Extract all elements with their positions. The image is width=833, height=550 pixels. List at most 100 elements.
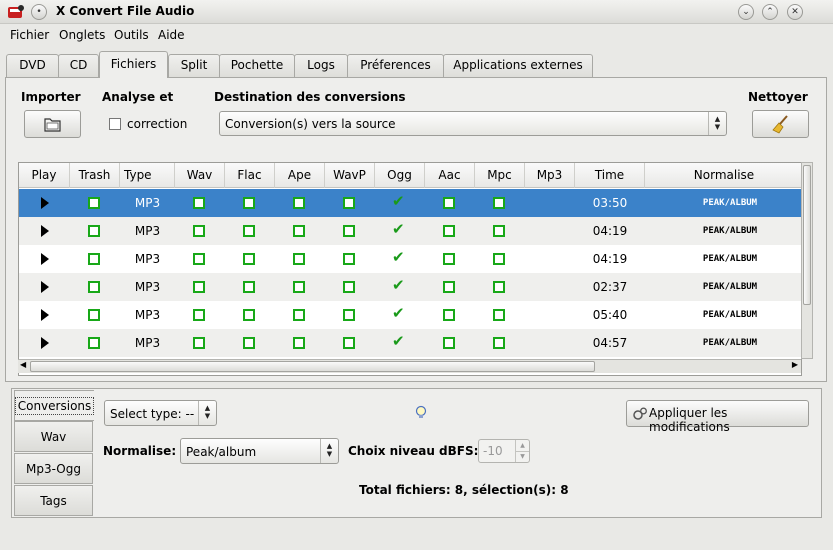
col-wavp[interactable]: WavP	[325, 163, 375, 188]
aac-checkbox[interactable]	[443, 337, 455, 349]
wavp-checkbox[interactable]	[343, 253, 355, 265]
tab-split[interactable]: Split	[168, 54, 220, 77]
wav-checkbox[interactable]	[193, 253, 205, 265]
tab-applications-externes[interactable]: Applications externes	[443, 54, 593, 77]
col-trash[interactable]: Trash	[70, 163, 120, 188]
ogg-check-icon[interactable]: ✔	[392, 332, 405, 350]
close-button[interactable]: ✕	[787, 4, 803, 20]
trash-checkbox[interactable]	[88, 337, 100, 349]
play-icon[interactable]	[41, 225, 49, 237]
wav-checkbox[interactable]	[193, 197, 205, 209]
ape-checkbox[interactable]	[293, 197, 305, 209]
mpc-checkbox[interactable]	[493, 309, 505, 321]
apply-changes-button[interactable]: Appliquer les modifications	[626, 400, 809, 434]
wav-checkbox[interactable]	[193, 309, 205, 321]
trash-checkbox[interactable]	[88, 253, 100, 265]
vertical-scroll-thumb[interactable]	[803, 165, 811, 305]
side-tab-wav[interactable]: Wav	[14, 421, 93, 452]
select-type-dropdown[interactable]: Select type: -- ▲ ▼	[104, 400, 217, 426]
scroll-right-arrow-icon[interactable]: ▶	[792, 360, 798, 369]
col-ape[interactable]: Ape	[275, 163, 325, 188]
wavp-checkbox[interactable]	[343, 337, 355, 349]
lightbulb-icon[interactable]	[415, 405, 427, 421]
col-type[interactable]: Type	[120, 163, 175, 188]
col-ogg[interactable]: Ogg	[375, 163, 425, 188]
table-row[interactable]: ✔ MP3 04:57 PEAK/ALBUM	[19, 329, 801, 357]
mpc-checkbox[interactable]	[493, 337, 505, 349]
tab-dvd[interactable]: DVD	[6, 54, 59, 77]
window-menu-button[interactable]: •	[31, 4, 47, 20]
ape-checkbox[interactable]	[293, 309, 305, 321]
table-row[interactable]: ✔ MP3 02:37 PEAK/ALBUM	[19, 273, 801, 301]
play-icon[interactable]	[41, 337, 49, 349]
horizontal-scroll-thumb[interactable]	[30, 361, 595, 372]
ape-checkbox[interactable]	[293, 253, 305, 265]
col-mp3[interactable]: Mp3	[525, 163, 575, 188]
wavp-checkbox[interactable]	[343, 309, 355, 321]
play-icon[interactable]	[41, 253, 49, 265]
side-tab-tags[interactable]: Tags	[14, 485, 93, 516]
wavp-checkbox[interactable]	[343, 225, 355, 237]
flac-checkbox[interactable]	[243, 337, 255, 349]
normalise-cell[interactable]: PEAK/ALBUM	[645, 329, 801, 357]
col-normalise[interactable]: Normalise	[645, 163, 801, 188]
menu-outils[interactable]: Outils	[114, 28, 149, 42]
trash-checkbox[interactable]	[88, 309, 100, 321]
spin-down-icon[interactable]: ▼	[515, 451, 529, 462]
normalise-cell[interactable]: PEAK/ALBUM	[645, 273, 801, 301]
col-mpc[interactable]: Mpc	[475, 163, 525, 188]
wavp-checkbox[interactable]	[343, 281, 355, 293]
wav-checkbox[interactable]	[193, 337, 205, 349]
ogg-check-icon[interactable]: ✔	[392, 192, 405, 210]
scroll-left-arrow-icon[interactable]: ◀	[20, 360, 26, 369]
normalise-cell[interactable]: PEAK/ALBUM	[645, 301, 801, 329]
table-row[interactable]: ✔ MP3 05:40 PEAK/ALBUM	[19, 301, 801, 329]
menu-onglets[interactable]: Onglets	[59, 28, 105, 42]
ape-checkbox[interactable]	[293, 225, 305, 237]
side-tab-conversions[interactable]: Conversions	[14, 390, 95, 421]
table-row[interactable]: ✔ MP3 04:19 PEAK/ALBUM	[19, 217, 801, 245]
minimize-button[interactable]: ⌄	[738, 4, 754, 20]
mpc-checkbox[interactable]	[493, 253, 505, 265]
aac-checkbox[interactable]	[443, 197, 455, 209]
ogg-check-icon[interactable]: ✔	[392, 276, 405, 294]
col-wav[interactable]: Wav	[175, 163, 225, 188]
normalise-cell[interactable]: PEAK/ALBUM	[645, 217, 801, 245]
destination-select[interactable]: Conversion(s) vers la source ▲ ▼	[219, 111, 727, 136]
maximize-button[interactable]: ⌃	[762, 4, 778, 20]
wav-checkbox[interactable]	[193, 225, 205, 237]
flac-checkbox[interactable]	[243, 309, 255, 321]
aac-checkbox[interactable]	[443, 309, 455, 321]
col-flac[interactable]: Flac	[225, 163, 275, 188]
table-row[interactable]: ✔ MP3 03:50 PEAK/ALBUM	[19, 189, 801, 217]
mpc-checkbox[interactable]	[493, 225, 505, 237]
wavp-checkbox[interactable]	[343, 197, 355, 209]
normalise-cell[interactable]: PEAK/ALBUM	[645, 245, 801, 273]
trash-checkbox[interactable]	[88, 281, 100, 293]
trash-checkbox[interactable]	[88, 225, 100, 237]
tab-pochette[interactable]: Pochette	[219, 54, 295, 77]
normalise-cell[interactable]: PEAK/ALBUM	[645, 189, 801, 217]
ogg-check-icon[interactable]: ✔	[392, 248, 405, 266]
table-row[interactable]: ✔ MP3 04:19 PEAK/ALBUM	[19, 245, 801, 273]
ogg-check-icon[interactable]: ✔	[392, 304, 405, 322]
correction-checkbox[interactable]	[109, 118, 121, 130]
dbfs-spinbox[interactable]: -10 ▲ ▼	[478, 439, 530, 463]
flac-checkbox[interactable]	[243, 197, 255, 209]
col-time[interactable]: Time	[575, 163, 645, 188]
aac-checkbox[interactable]	[443, 253, 455, 265]
aac-checkbox[interactable]	[443, 225, 455, 237]
normalise-select[interactable]: Peak/album ▲ ▼	[180, 438, 339, 464]
spin-up-icon[interactable]: ▲	[515, 440, 529, 451]
play-icon[interactable]	[41, 197, 49, 209]
play-icon[interactable]	[41, 281, 49, 293]
cleanup-button[interactable]	[752, 110, 809, 138]
ape-checkbox[interactable]	[293, 337, 305, 349]
mpc-checkbox[interactable]	[493, 197, 505, 209]
tab-fichiers[interactable]: Fichiers	[99, 51, 168, 78]
tab-logs[interactable]: Logs	[294, 54, 348, 77]
flac-checkbox[interactable]	[243, 225, 255, 237]
play-icon[interactable]	[41, 309, 49, 321]
tab-cd[interactable]: CD	[58, 54, 99, 77]
menu-aide[interactable]: Aide	[158, 28, 185, 42]
